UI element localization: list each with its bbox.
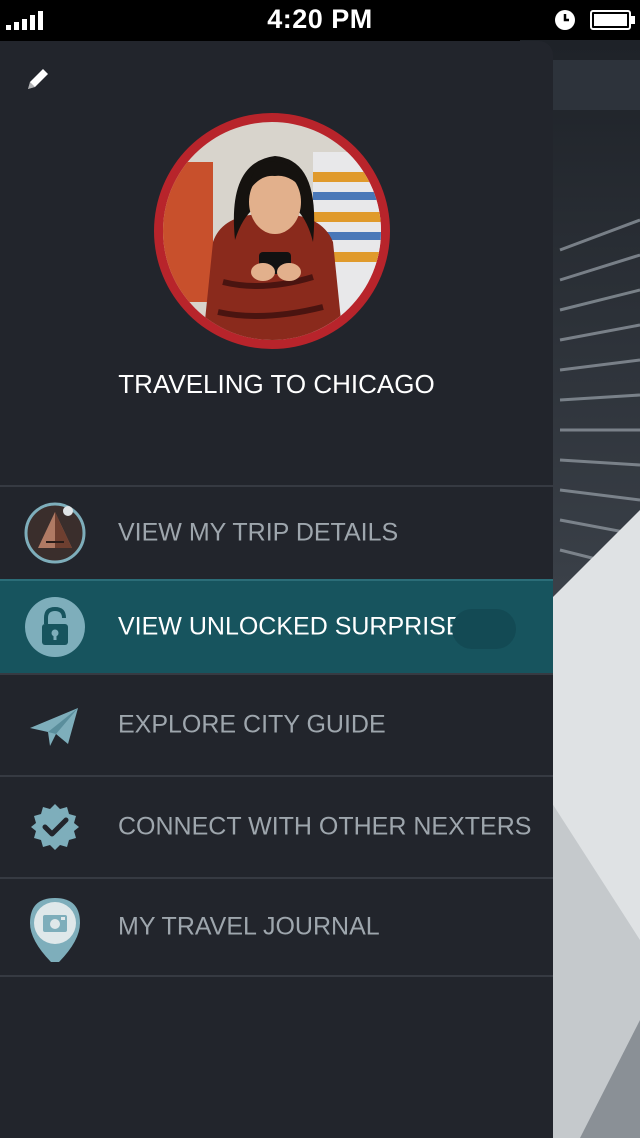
profile-photo [163, 122, 381, 340]
status-bar: 4:20 PM [0, 0, 640, 40]
menu-item-travel-journal[interactable]: MY TRAVEL JOURNAL [0, 877, 553, 977]
camera-pin-icon [30, 898, 80, 962]
pyramid-icon [24, 502, 86, 564]
status-time: 4:20 PM [267, 4, 373, 34]
menu-item-label: VIEW UNLOCKED SURPRISES [118, 612, 480, 641]
lock-icon [25, 597, 85, 657]
menu-item-label: VIEW MY TRIP DETAILS [118, 518, 399, 547]
menu-item-trip-details[interactable]: VIEW MY TRIP DETAILS [0, 485, 553, 579]
menu-item-city-guide[interactable]: EXPLORE CITY GUIDE [0, 673, 553, 775]
pencil-edit-icon[interactable] [24, 65, 52, 93]
battery-icon [590, 10, 635, 30]
profile-avatar[interactable] [154, 113, 390, 349]
verified-badge-icon [31, 804, 79, 850]
clock-icon [555, 10, 575, 30]
notification-badge [452, 609, 516, 649]
side-drawer: TRAVELING TO CHICAGO VIEW MY TRIP DETAIL… [0, 41, 553, 1138]
paper-plane-icon [30, 708, 78, 746]
menu-item-label: EXPLORE CITY GUIDE [118, 710, 386, 739]
trip-title: TRAVELING TO CHICAGO [118, 369, 435, 399]
menu-item-label: CONNECT WITH OTHER NEXTERS [118, 812, 532, 841]
menu-item-unlocked-surprises[interactable]: VIEW UNLOCKED SURPRISES [0, 579, 553, 673]
menu-item-label: MY TRAVEL JOURNAL [118, 912, 380, 941]
menu-item-connect-nexters[interactable]: CONNECT WITH OTHER NEXTERS [0, 775, 553, 877]
drawer-menu: VIEW MY TRIP DETAILS VIEW UNLOCKED SURPR… [0, 485, 553, 977]
